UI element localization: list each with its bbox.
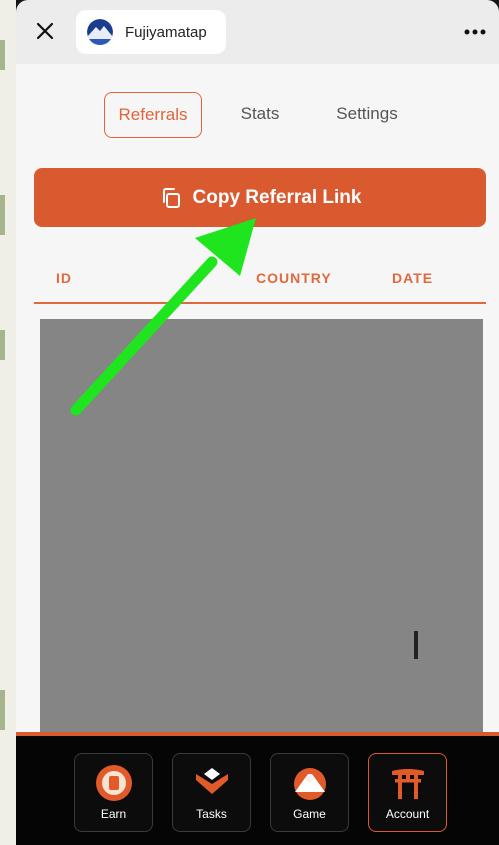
close-icon [36,22,54,40]
copy-referral-link-button[interactable]: Copy Referral Link [34,168,486,227]
nav-tasks[interactable]: Tasks [172,753,251,832]
bottom-navigation: Earn Tasks Game Account [16,732,499,845]
nav-game[interactable]: Game [270,753,349,832]
nav-account-label: Account [385,807,430,821]
nav-earn-label: Earn [100,807,127,821]
referrals-page: Referrals Stats Settings Copy Referral L… [16,64,499,732]
copy-icon [162,187,180,208]
mini-app-header: Fujiyamatap [16,0,499,64]
nav-account[interactable]: Account [368,753,447,832]
tasks-icon [196,768,228,794]
app-logo-icon [87,19,113,45]
copy-referral-link-label: Copy Referral Link [192,186,362,208]
column-header-date: DATE [392,270,434,286]
more-icon [464,29,486,35]
tab-referrals[interactable]: Referrals [104,92,202,138]
app-title-pill[interactable]: Fujiyamatap [76,10,226,54]
background-page-strip [0,0,16,845]
column-header-country: COUNTRY [256,270,332,286]
mountain-icon [294,768,326,800]
nav-earn[interactable]: Earn [74,753,153,832]
nav-tasks-label: Tasks [196,807,227,821]
app-name: Fujiyamatap [125,23,207,41]
text-cursor [414,631,418,659]
close-button[interactable] [30,16,60,46]
earn-coin-icon [96,765,132,801]
more-menu-button[interactable] [463,24,487,40]
column-header-id: ID [56,270,72,286]
tab-settings[interactable]: Settings [326,92,408,138]
redacted-table-area [40,319,483,732]
tab-stats[interactable]: Stats [230,92,290,138]
tab-bar: Referrals Stats Settings [16,92,499,138]
referrals-table-header: ID COUNTRY DATE [34,254,486,304]
nav-game-label: Game [293,807,326,821]
torii-gate-icon [392,769,424,799]
